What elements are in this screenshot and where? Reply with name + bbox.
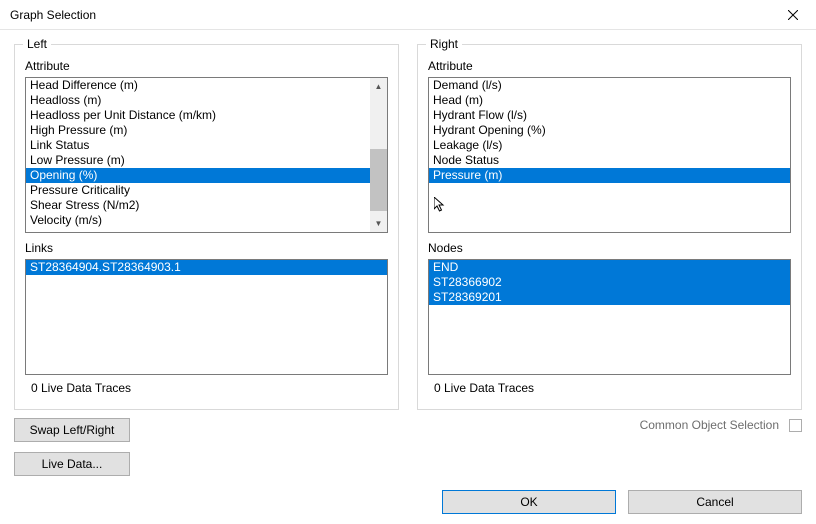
scroll-down-icon[interactable]: ▼: [370, 215, 387, 232]
left-attribute-item[interactable]: Low Pressure (m): [26, 153, 370, 168]
right-node-item[interactable]: END: [429, 260, 790, 275]
left-links-list[interactable]: ST28364904.ST28364903.1: [25, 259, 388, 375]
right-node-item[interactable]: ST28369201: [429, 290, 790, 305]
left-attribute-item[interactable]: High Pressure (m): [26, 123, 370, 138]
right-attribute-label: Attribute: [428, 59, 791, 73]
right-attribute-item[interactable]: Leakage (l/s): [429, 138, 790, 153]
left-links-label: Links: [25, 241, 388, 255]
left-status: 0 Live Data Traces: [25, 375, 388, 399]
right-panel-label: Right: [426, 37, 462, 51]
right-attribute-item[interactable]: Node Status: [429, 153, 790, 168]
left-attribute-item[interactable]: Pressure Criticality: [26, 183, 370, 198]
scroll-thumb[interactable]: [370, 149, 387, 211]
right-attribute-item[interactable]: Hydrant Opening (%): [429, 123, 790, 138]
right-panel: Right Attribute Demand (l/s)Head (m)Hydr…: [417, 44, 802, 410]
right-attribute-item[interactable]: Head (m): [429, 93, 790, 108]
left-attribute-item[interactable]: Velocity (m/s): [26, 213, 370, 228]
left-attribute-item[interactable]: Headloss (m): [26, 93, 370, 108]
left-panel-label: Left: [23, 37, 51, 51]
left-attribute-list[interactable]: Head Difference (m)Headloss (m)Headloss …: [25, 77, 388, 233]
swap-left-right-button[interactable]: Swap Left/Right: [14, 418, 130, 442]
cancel-button[interactable]: Cancel: [628, 490, 802, 514]
left-link-item[interactable]: ST28364904.ST28364903.1: [26, 260, 387, 275]
right-status: 0 Live Data Traces: [428, 375, 791, 399]
right-node-item[interactable]: ST28366902: [429, 275, 790, 290]
left-panel: Left Attribute Head Difference (m)Headlo…: [14, 44, 399, 410]
left-attribute-item[interactable]: Link Status: [26, 138, 370, 153]
live-data-button[interactable]: Live Data...: [14, 452, 130, 476]
right-nodes-list[interactable]: ENDST28366902ST28369201: [428, 259, 791, 375]
left-attribute-label: Attribute: [25, 59, 388, 73]
right-attribute-item[interactable]: Pressure (m): [429, 168, 790, 183]
close-icon: [788, 10, 798, 20]
window-title: Graph Selection: [10, 8, 770, 22]
titlebar: Graph Selection: [0, 0, 816, 30]
right-nodes-label: Nodes: [428, 241, 791, 255]
left-attribute-item[interactable]: Headloss per Unit Distance (m/km): [26, 108, 370, 123]
common-object-selection-label: Common Object Selection: [640, 418, 779, 432]
right-attribute-item[interactable]: Hydrant Flow (l/s): [429, 108, 790, 123]
common-object-selection-checkbox[interactable]: [789, 419, 802, 432]
left-attribute-item[interactable]: Shear Stress (N/m2): [26, 198, 370, 213]
ok-button[interactable]: OK: [442, 490, 616, 514]
right-attribute-list[interactable]: Demand (l/s)Head (m)Hydrant Flow (l/s)Hy…: [428, 77, 791, 233]
left-attribute-item[interactable]: Opening (%): [26, 168, 370, 183]
scrollbar[interactable]: ▲ ▼: [370, 78, 387, 232]
close-button[interactable]: [770, 0, 816, 30]
scroll-up-icon[interactable]: ▲: [370, 78, 387, 95]
right-attribute-item[interactable]: Demand (l/s): [429, 78, 790, 93]
left-attribute-item[interactable]: Head Difference (m): [26, 78, 370, 93]
